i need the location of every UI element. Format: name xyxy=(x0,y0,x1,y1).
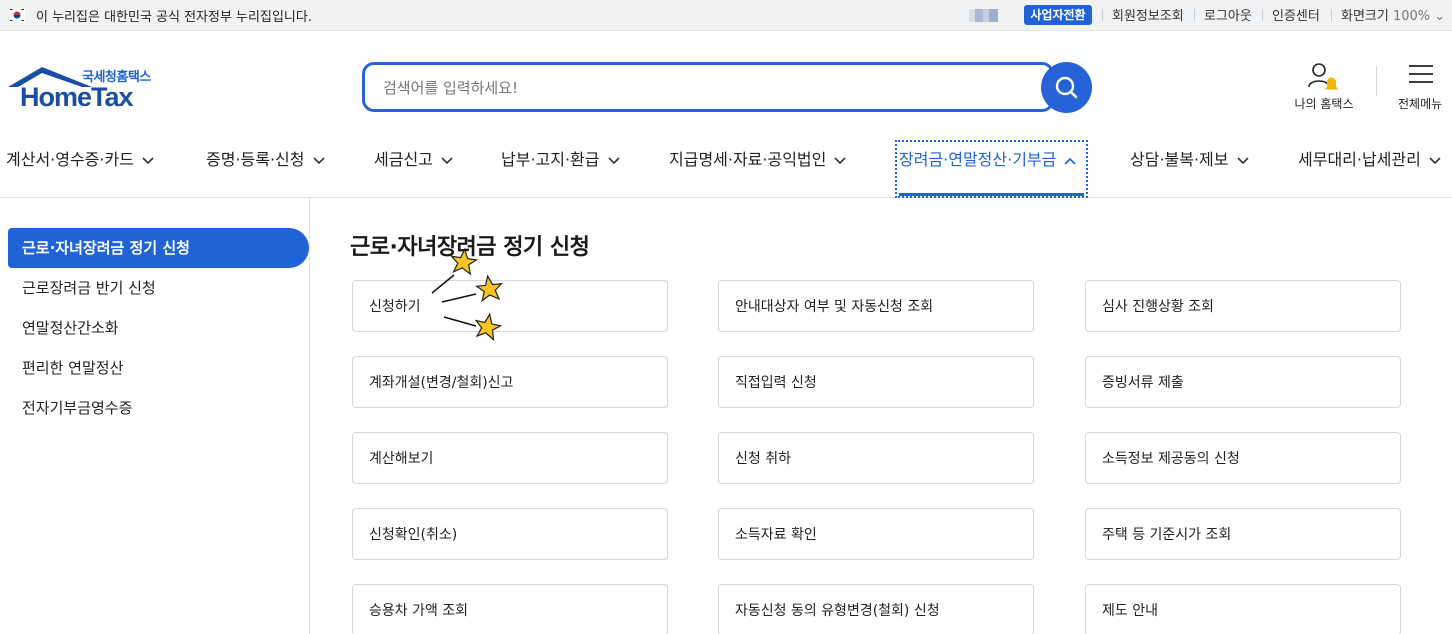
card-label: 소득자료 확인 xyxy=(735,527,817,543)
nav-item-tax-return[interactable]: 세금신고 xyxy=(374,146,453,170)
card-label: 안내대상자 여부 및 자동신청 조회 xyxy=(735,299,934,315)
divider xyxy=(1376,66,1377,96)
zoom-value: 100% xyxy=(1392,9,1431,24)
nav-item-tax-agent[interactable]: 세무대리·납세관리 xyxy=(1298,146,1441,170)
my-hometax-label: 나의 홈택스 xyxy=(1294,97,1354,111)
chevron-up-icon xyxy=(1064,157,1076,165)
card-label: 제도 안내 xyxy=(1102,603,1158,619)
card-income-consent[interactable]: 소득정보 제공동의 신청 xyxy=(1085,432,1401,484)
page-title: 근로·자녀장려금 정기 신청 xyxy=(350,235,590,260)
card-label: 소득정보 제공동의 신청 xyxy=(1102,451,1240,467)
chevron-down-icon xyxy=(142,156,154,164)
card-account-report[interactable]: 계좌개설(변경/철회)신고 xyxy=(352,356,668,408)
card-label: 승용차 가액 조회 xyxy=(369,603,469,619)
nav-label: 증명·등록·신청 xyxy=(206,150,305,169)
search-button[interactable] xyxy=(1041,62,1092,113)
sidebar-item-half-year[interactable]: 근로장려금 반기 신청 xyxy=(22,277,156,298)
global-nav: 계산서·영수증·카드 증명·등록·신청 세금신고 납부·고지·환급 지급명세·자… xyxy=(0,132,1452,198)
chevron-down-icon xyxy=(312,156,325,164)
nav-item-payment[interactable]: 납부·고지·환급 xyxy=(501,146,620,170)
chevron-down-icon xyxy=(441,156,453,164)
gov-banner-text: 이 누리집은 대한민국 공식 전자정부 누리집입니다. xyxy=(36,10,312,25)
card-label: 주택 등 기준시가 조회 xyxy=(1102,527,1232,543)
nav-item-consult[interactable]: 상담·불복·제보 xyxy=(1130,146,1249,170)
sidebar-item-simplified[interactable]: 연말정산간소화 xyxy=(22,317,119,338)
card-system-guide[interactable]: 제도 안내 xyxy=(1085,584,1401,634)
zoom-control[interactable]: 화면크기 100% ⌄ xyxy=(1341,5,1445,24)
card-house-price[interactable]: 주택 등 기준시가 조회 xyxy=(1085,508,1401,560)
card-confirm-cancel[interactable]: 신청확인(취소) xyxy=(352,508,668,560)
card-label: 증빙서류 제출 xyxy=(1102,375,1184,391)
card-label: 직접입력 신청 xyxy=(735,375,817,391)
card-apply[interactable]: 신청하기 xyxy=(352,280,668,332)
card-car-value[interactable]: 승용차 가액 조회 xyxy=(352,584,668,634)
hamburger-icon xyxy=(1409,65,1433,83)
business-switch-button[interactable]: 사업자전환 xyxy=(1024,5,1092,25)
chevron-down-icon xyxy=(1236,156,1249,164)
chevron-down-icon xyxy=(1429,156,1441,164)
masked-username xyxy=(969,7,1003,22)
logo-wordmark: HomeTax xyxy=(20,82,134,112)
nav-label: 세무대리·납세관리 xyxy=(1298,150,1421,169)
card-label: 계좌개설(변경/철회)신고 xyxy=(369,375,514,391)
card-label: 계산해보기 xyxy=(369,451,434,467)
divider xyxy=(1262,9,1263,21)
nav-item-incentive[interactable]: 장려금·연말정산·기부금 xyxy=(899,146,1076,170)
card-income-check[interactable]: 소득자료 확인 xyxy=(718,508,1034,560)
nav-label: 납부·고지·환급 xyxy=(501,150,600,169)
divider xyxy=(1331,9,1332,21)
card-eligibility-check[interactable]: 안내대상자 여부 및 자동신청 조회 xyxy=(718,280,1034,332)
card-manual-apply[interactable]: 직접입력 신청 xyxy=(718,356,1034,408)
korea-flag-icon xyxy=(9,8,25,22)
nav-label: 상담·불복·제보 xyxy=(1130,150,1229,169)
my-hometax-button[interactable]: 나의 홈택스 xyxy=(1284,60,1364,116)
nav-active-underline xyxy=(899,193,1084,196)
zoom-label: 화면크기 xyxy=(1341,9,1389,24)
divider xyxy=(1194,9,1195,21)
search-icon xyxy=(1055,76,1078,99)
nav-item-certificate[interactable]: 증명·등록·신청 xyxy=(206,146,325,170)
cert-center-link[interactable]: 인증센터 xyxy=(1272,5,1320,24)
nav-label: 지급명세·자료·공익법인 xyxy=(669,150,827,169)
gov-banner: 이 누리집은 대한민국 공식 전자정부 누리집입니다. 사업자전환 회원정보조회… xyxy=(0,0,1452,31)
sidebar-item-convenient[interactable]: 편리한 연말정산 xyxy=(22,357,123,378)
card-label: 자동신청 동의 유형변경(철회) 신청 xyxy=(735,603,940,619)
card-label: 신청확인(취소) xyxy=(369,527,458,543)
nav-item-payment-statement[interactable]: 지급명세·자료·공익법인 xyxy=(669,146,846,170)
nav-label: 세금신고 xyxy=(374,150,433,169)
card-withdraw[interactable]: 신청 취하 xyxy=(718,432,1034,484)
chevron-down-icon xyxy=(607,156,620,164)
all-menu-button[interactable]: 전체메뉴 xyxy=(1392,60,1452,116)
sidebar: 근로·자녀장려금 정기 신청 근로장려금 반기 신청 연말정산간소화 편리한 연… xyxy=(0,198,310,634)
member-info-link[interactable]: 회원정보조회 xyxy=(1112,5,1184,24)
nav-label: 장려금·연말정산·기부금 xyxy=(899,150,1057,169)
search-box xyxy=(362,62,1054,112)
card-label: 신청 취하 xyxy=(735,451,791,467)
card-auto-consent-change[interactable]: 자동신청 동의 유형변경(철회) 신청 xyxy=(718,584,1034,634)
hometax-logo[interactable]: 국세청홈택스 HomeTax xyxy=(6,60,166,116)
nav-label: 계산서·영수증·카드 xyxy=(6,150,134,169)
sidebar-item-donation-receipt[interactable]: 전자기부금영수증 xyxy=(22,397,132,418)
all-menu-label: 전체메뉴 xyxy=(1398,97,1443,111)
card-label: 신청하기 xyxy=(369,299,421,315)
card-review-status[interactable]: 심사 진행상황 조회 xyxy=(1085,280,1401,332)
card-label: 심사 진행상황 조회 xyxy=(1102,299,1214,315)
card-submit-documents[interactable]: 증빙서류 제출 xyxy=(1085,356,1401,408)
card-calculator[interactable]: 계산해보기 xyxy=(352,432,668,484)
user-bell-icon xyxy=(1308,63,1338,90)
divider xyxy=(1102,9,1103,21)
logout-link[interactable]: 로그아웃 xyxy=(1204,5,1252,24)
search-input[interactable] xyxy=(383,77,983,99)
chevron-down-icon: ⌄ xyxy=(1434,9,1446,24)
sidebar-item-regular-application[interactable]: 근로·자녀장려금 정기 신청 xyxy=(22,237,190,258)
chevron-down-icon xyxy=(834,156,846,164)
nav-item-invoice[interactable]: 계산서·영수증·카드 xyxy=(6,146,154,170)
